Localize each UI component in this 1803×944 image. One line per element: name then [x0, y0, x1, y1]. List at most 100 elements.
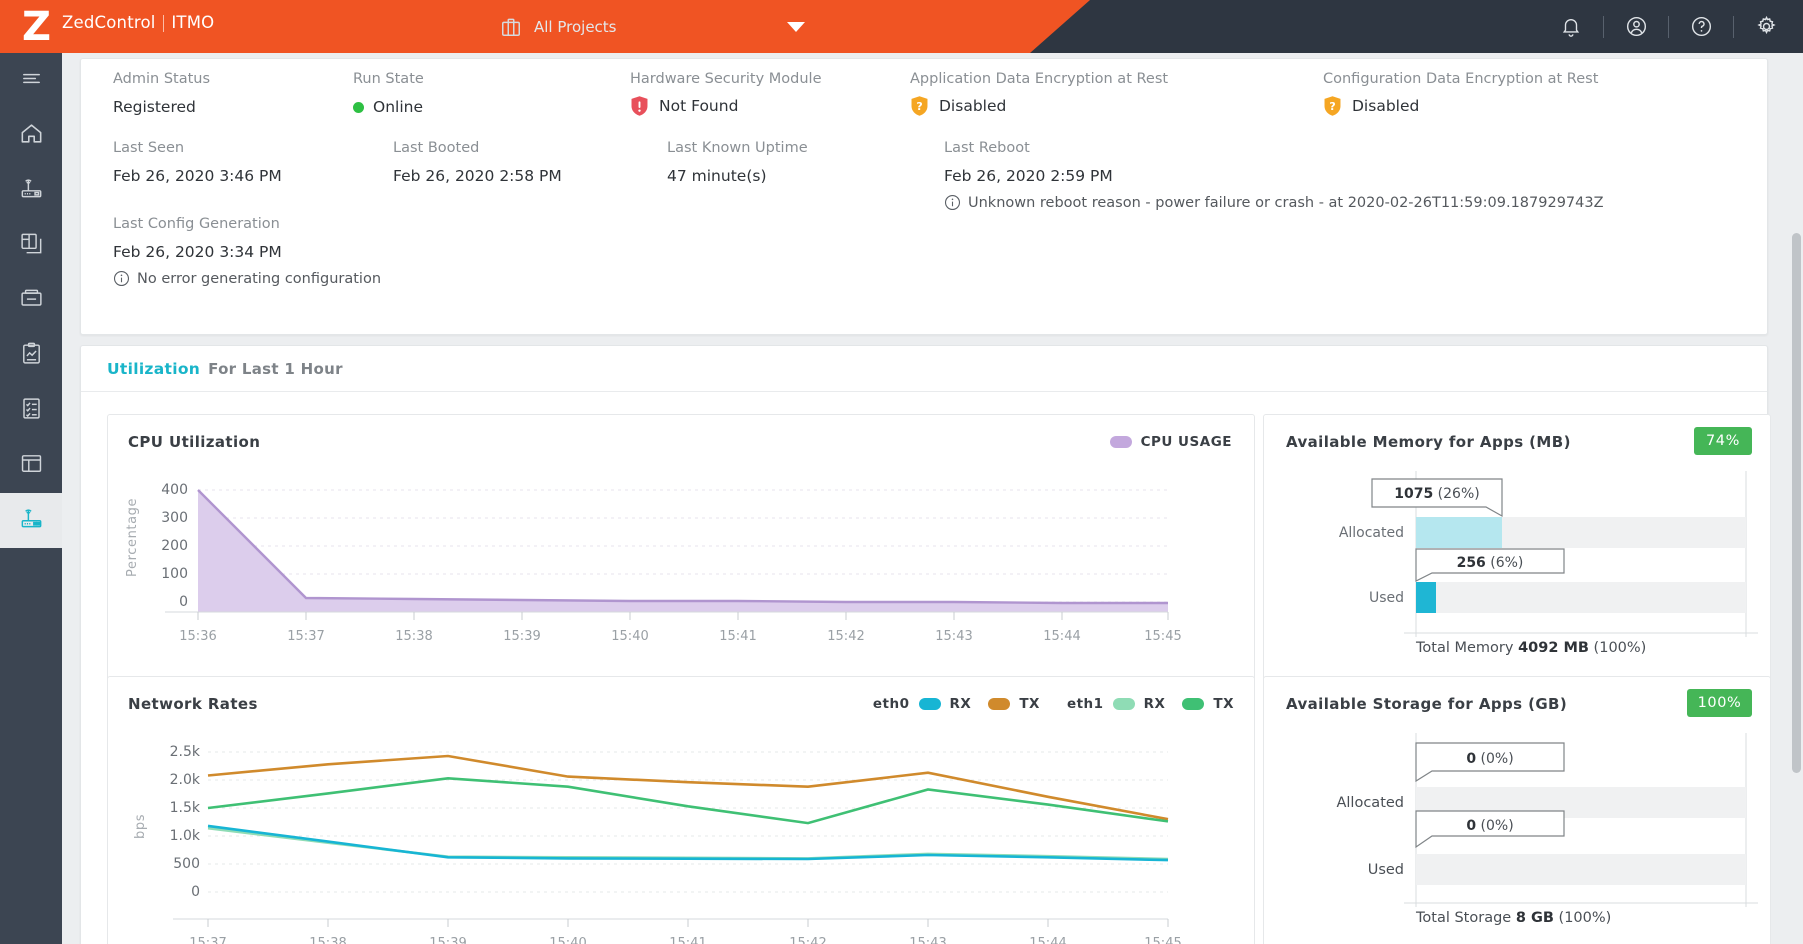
red-shield-alert-icon [630, 95, 649, 117]
legend-swatch-cpu-usage [1110, 436, 1132, 448]
utilization-card: Utilization For Last 1 Hour CPU Utilizat… [80, 345, 1768, 944]
bell-icon[interactable] [1548, 0, 1594, 53]
vertical-scrollbar[interactable] [1788, 53, 1803, 944]
legend-swatch-eth0-tx [988, 698, 1010, 710]
memory-panel-title: Available Memory for Apps (MB) [1286, 433, 1571, 451]
svg-text:300: 300 [161, 510, 188, 526]
svg-text:15:38: 15:38 [309, 936, 346, 944]
dashboard-panel-icon [19, 451, 44, 480]
scrollbar-thumb[interactable] [1792, 233, 1801, 773]
status-field-app-encryption: Application Data Encryption at Rest ? Di… [910, 71, 1168, 117]
legend-swatch-eth1-tx [1182, 698, 1204, 710]
project-selector[interactable]: All Projects [494, 0, 824, 53]
svg-text:bps: bps [133, 814, 148, 839]
svg-text:15:39: 15:39 [429, 936, 466, 944]
sidebar-item-apps[interactable] [0, 218, 62, 273]
gear-icon[interactable] [1743, 0, 1789, 53]
memory-panel: Available Memory for Apps (MB) 74% Alloc… [1263, 414, 1771, 682]
field-label: Admin Status [113, 71, 210, 87]
sidebar-item-device[interactable] [0, 493, 62, 548]
legend-group-eth1: eth1 [1067, 696, 1104, 712]
svg-text:15:40: 15:40 [611, 629, 648, 644]
brand-separator: | [156, 13, 172, 32]
svg-text:0: 0 [191, 884, 200, 900]
svg-text:15:37: 15:37 [287, 629, 324, 644]
sidebar-item-home[interactable] [0, 108, 62, 163]
sidebar-item-monitoring[interactable] [0, 328, 62, 383]
menu-list-icon [20, 67, 43, 94]
field-value-wrap: ? Disabled [910, 95, 1168, 117]
briefcase-icon [500, 16, 522, 38]
legend-label-eth1-tx: TX [1213, 696, 1234, 712]
legend-label-eth0-rx: RX [950, 696, 972, 712]
svg-text:500: 500 [173, 856, 200, 872]
utilization-header: Utilization For Last 1 Hour [81, 346, 1767, 392]
brand-title: ZedControl|ITMO [62, 13, 214, 32]
svg-text:15:40: 15:40 [549, 936, 586, 944]
orange-shield-question-icon: ? [1323, 95, 1342, 117]
svg-text:1.0k: 1.0k [170, 828, 201, 844]
svg-text:0 (0%): 0 (0%) [1466, 751, 1513, 767]
user-account-icon[interactable] [1613, 0, 1659, 53]
apps-layers-icon [19, 231, 44, 260]
orange-shield-question-icon: ? [910, 95, 929, 117]
svg-text:256 (6%): 256 (6%) [1457, 555, 1524, 571]
status-field-last-reboot: Last Reboot Feb 26, 2020 2:59 PM Unknown… [944, 140, 1604, 211]
field-label: Last Reboot [944, 140, 1604, 156]
app-logo: Z [22, 4, 51, 50]
sidebar-item-dashboard[interactable] [0, 438, 62, 493]
field-value: Online [373, 98, 423, 116]
reboot-reason-note: Unknown reboot reason - power failure or… [944, 194, 1604, 211]
series-eth1-tx [208, 778, 1168, 823]
svg-text:15:45: 15:45 [1144, 936, 1181, 944]
status-field-last-booted: Last Booted Feb 26, 2020 2:58 PM [393, 140, 562, 185]
svg-text:15:44: 15:44 [1029, 936, 1066, 944]
legend-label-cpu-usage: CPU USAGE [1141, 434, 1232, 450]
legend-swatch-eth0-rx [919, 698, 941, 710]
svg-text:Allocated: Allocated [1336, 795, 1404, 811]
svg-text:15:37: 15:37 [189, 936, 226, 944]
svg-text:15:45: 15:45 [1144, 629, 1181, 644]
cpu-utilization-panel: CPU Utilization CPU USAGE [107, 414, 1255, 682]
svg-text:15:43: 15:43 [909, 936, 946, 944]
sidebar-item-menu[interactable] [0, 53, 62, 108]
chevron-down-icon[interactable] [787, 22, 805, 32]
storage-panel: Available Storage for Apps (GB) 100% All… [1263, 676, 1771, 944]
utilization-subtitle: For Last 1 Hour [208, 360, 343, 378]
status-dot-online-icon [353, 102, 364, 113]
svg-text:15:36: 15:36 [179, 629, 216, 644]
field-value: 47 minute(s) [667, 167, 808, 185]
svg-text:0: 0 [179, 594, 188, 610]
sidebar-item-archive[interactable] [0, 273, 62, 328]
sidebar-item-checklist[interactable] [0, 383, 62, 438]
svg-text:?: ? [1329, 100, 1335, 113]
svg-text:2.0k: 2.0k [170, 772, 201, 788]
help-icon[interactable] [1678, 0, 1724, 53]
cpu-legend: CPU USAGE [1110, 434, 1232, 450]
svg-text:Total Storage 8 GB (100%): Total Storage 8 GB (100%) [1415, 910, 1611, 926]
device-router-icon [19, 506, 44, 535]
field-value: Disabled [939, 97, 1006, 115]
network-rates-chart: 2.5k2.0k1.5k 1.0k5000 bps 15:3715:3815:3… [108, 729, 1254, 944]
cpu-area-fill [198, 490, 1168, 612]
field-label: Configuration Data Encryption at Rest [1323, 71, 1598, 87]
field-value: Feb 26, 2020 2:59 PM [944, 167, 1604, 185]
topbar-actions [1548, 0, 1789, 53]
field-label: Application Data Encryption at Rest [910, 71, 1168, 87]
memory-badge: 74% [1694, 427, 1752, 455]
field-label: Last Config Generation [113, 216, 381, 232]
series-eth0-tx [208, 756, 1168, 819]
network-panel-title: Network Rates [128, 695, 258, 713]
svg-text:15:42: 15:42 [789, 936, 826, 944]
home-icon [19, 121, 44, 150]
sidebar-item-edge-node[interactable] [0, 163, 62, 218]
svg-text:15:41: 15:41 [719, 629, 756, 644]
project-selector-label: All Projects [534, 18, 617, 36]
main-content: Admin Status Registered Run State Online… [62, 53, 1803, 944]
config-generation-note: No error generating configuration [113, 270, 381, 287]
field-value: Feb 26, 2020 3:46 PM [113, 167, 282, 185]
status-field-last-uptime: Last Known Uptime 47 minute(s) [667, 140, 808, 185]
divider [1733, 16, 1734, 38]
svg-text:15:39: 15:39 [503, 629, 540, 644]
field-label: Last Booted [393, 140, 562, 156]
